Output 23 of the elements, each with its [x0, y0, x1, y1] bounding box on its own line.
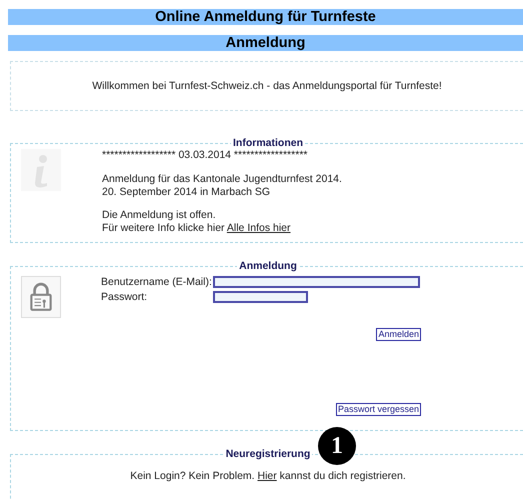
section-title: Anmeldung	[8, 35, 523, 51]
page-title: Online Anmeldung für Turnfeste	[8, 9, 523, 25]
link[interactable]: Hier	[258, 470, 277, 482]
panel-legend: Neuregistrierung	[224, 449, 312, 460]
panel-legend: Anmeldung	[237, 261, 299, 272]
info-icon	[21, 148, 61, 190]
password-field[interactable]	[213, 290, 308, 303]
info-text: Anmeldung für das Kantonale Jugendturnfest 2014.	[102, 173, 342, 186]
panel-legend: Informationen	[231, 138, 305, 148]
register-text: Kein Login? Kein Problem. Hier kannst du dich registrieren.	[129, 470, 407, 482]
info-text: Die Anmeldung ist offen.	[102, 209, 217, 222]
callout-badge: 1	[318, 427, 356, 465]
field-label: Passwort:	[101, 290, 148, 304]
info-text: 20. September 2014 in Marbach SG	[102, 186, 272, 198]
welcome-text: Willkommen bei Turnfest-Schweiz.ch - das Anmeldungsportal für Turnfeste!	[92, 80, 442, 92]
link[interactable]: Alle Infos hier	[226, 222, 291, 234]
username-field[interactable]	[213, 276, 420, 288]
field-label: Benutzername (E-Mail):	[101, 276, 213, 289]
login-button[interactable]: Anmelden	[376, 328, 421, 342]
forgot-password-button[interactable]: Passwort vergessen	[336, 403, 421, 416]
info-text: Für weitere Info klicke hier Alle Infos hier	[102, 222, 292, 234]
date-line: ****************** 03.03.2014 ******************	[102, 148, 308, 162]
lock-icon	[21, 276, 61, 318]
